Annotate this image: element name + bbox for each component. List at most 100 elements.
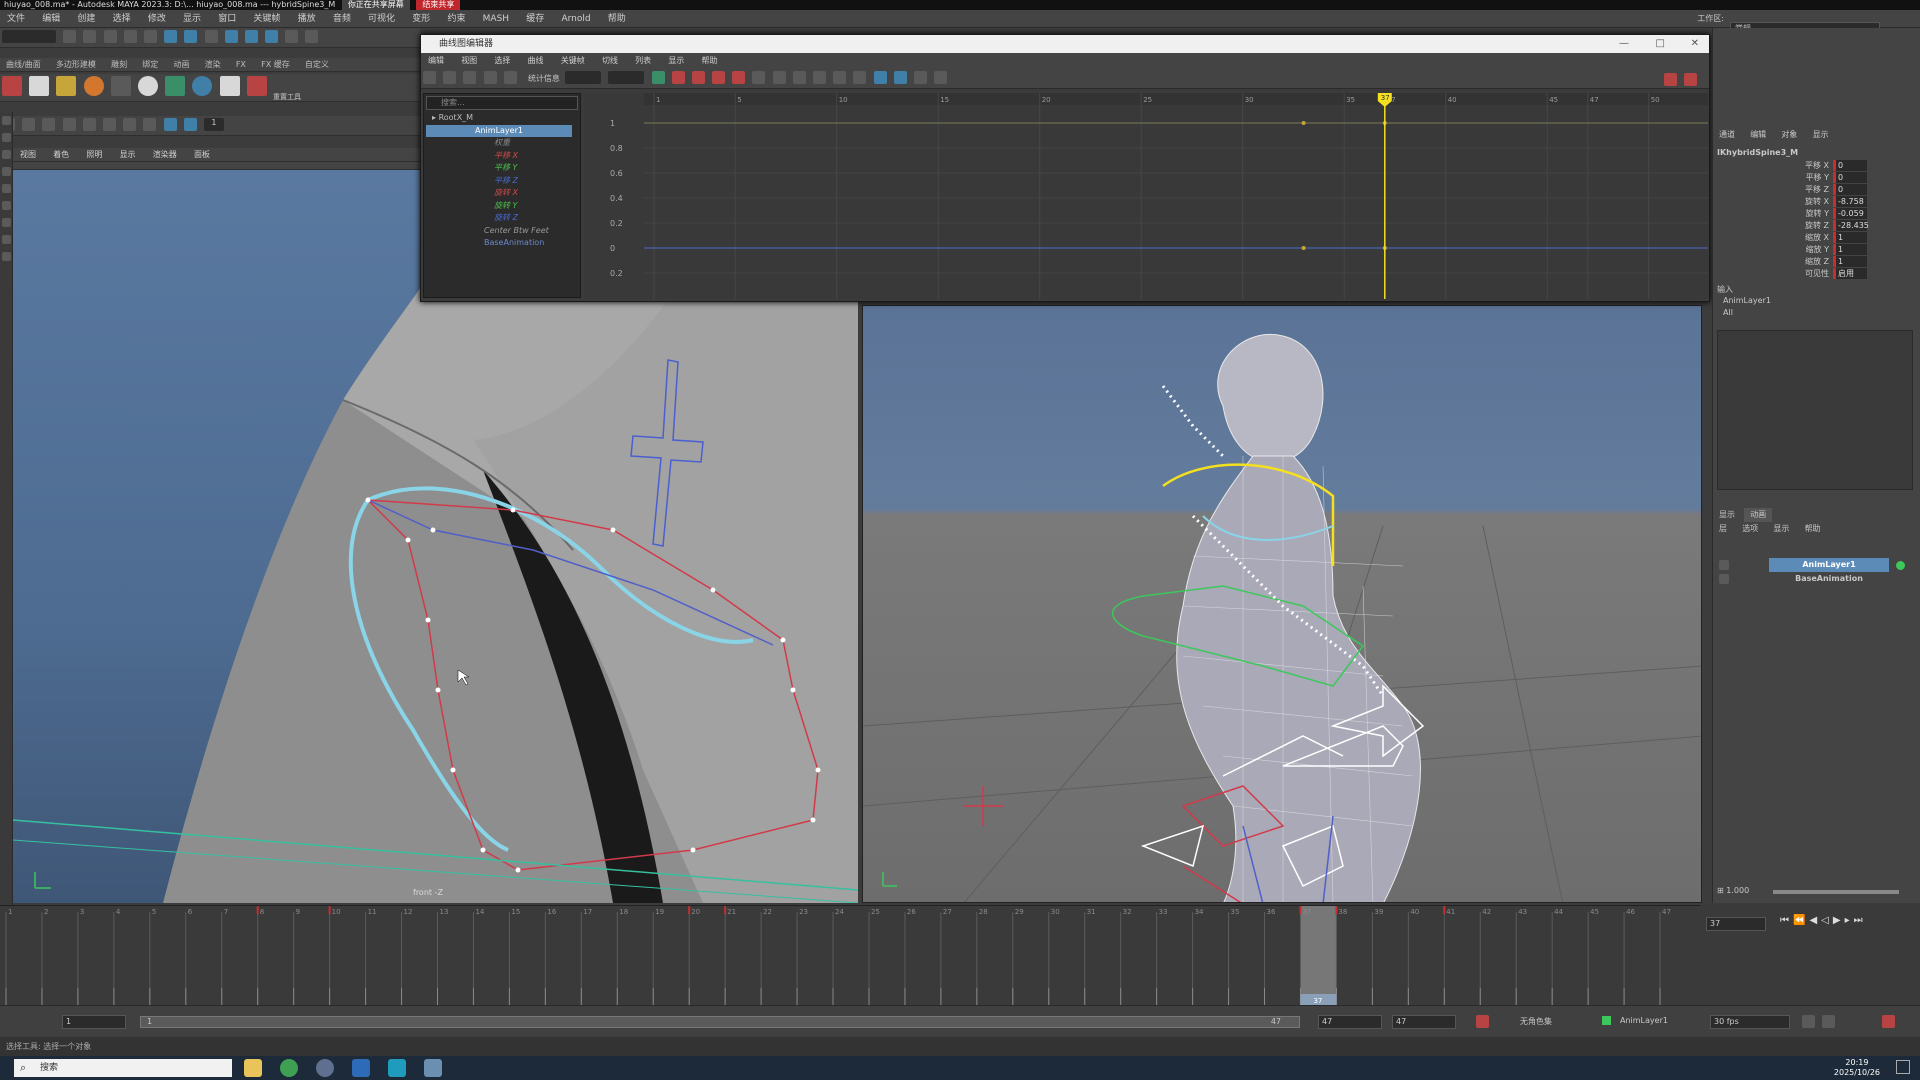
cb-value[interactable]: 0 <box>1833 172 1867 183</box>
go-start-icon[interactable]: ⏮ <box>1780 915 1793 926</box>
tangent-clamped-icon[interactable] <box>712 71 726 84</box>
menu-create[interactable]: 创建 <box>70 10 102 28</box>
menu-select[interactable]: 选择 <box>106 10 138 28</box>
menu-cache[interactable]: 缓存 <box>519 10 551 28</box>
step-forward-icon[interactable]: ▸ <box>1845 915 1854 926</box>
start-time-field[interactable]: 1 <box>62 1015 126 1029</box>
rect-icon[interactable] <box>143 118 157 131</box>
vp-menu-renderer[interactable]: 渲染器 <box>146 148 184 162</box>
vp-menu-view[interactable]: 视图 <box>13 148 43 162</box>
ge-menu-help[interactable]: 帮助 <box>695 53 725 69</box>
ellipse-icon[interactable] <box>123 118 137 131</box>
anim-layer-row[interactable]: AnimLayer1 <box>1717 558 1913 572</box>
cb-inputs-layer[interactable]: AnimLayer1 <box>1723 296 1771 305</box>
vscode-icon[interactable] <box>352 1059 370 1077</box>
le-tab-anim[interactable]: 动画 <box>1744 508 1773 522</box>
cb-row[interactable]: 缩放 Z 1 <box>1773 256 1869 268</box>
cb-value[interactable]: 1 <box>1833 244 1867 255</box>
tangent-spline-icon[interactable] <box>671 71 685 84</box>
ge-menu-view[interactable]: 视图 <box>454 53 484 69</box>
retime-icon[interactable] <box>503 71 517 84</box>
shelf-tab-curves[interactable]: 曲线/曲面 <box>0 58 47 72</box>
skull-icon[interactable] <box>137 76 158 96</box>
menu-key[interactable]: 关键帧 <box>246 10 287 28</box>
outliner-channel-ty[interactable]: 平移 Y <box>424 162 580 175</box>
anim-layer-row[interactable]: BaseAnimation <box>1717 572 1913 586</box>
go-end-icon[interactable]: ⏭ <box>1854 915 1867 926</box>
select-object-icon[interactable] <box>184 30 198 43</box>
auto-key-icon[interactable] <box>1476 1015 1489 1028</box>
viewport-perspective[interactable] <box>862 305 1702 903</box>
maximize-icon[interactable]: □ <box>1656 35 1665 53</box>
shelf-tab-animation[interactable]: 动画 <box>167 58 195 72</box>
maya-icon[interactable] <box>388 1059 406 1077</box>
pre-infinity-icon[interactable] <box>913 71 927 84</box>
menu-arnold[interactable]: Arnold <box>554 10 597 28</box>
auto-frame-icon[interactable] <box>893 71 907 84</box>
cb-row[interactable]: 平移 Z 0 <box>1773 184 1869 196</box>
cb-value[interactable]: -8.758 <box>1833 196 1867 207</box>
sound-icon[interactable] <box>1822 1015 1835 1028</box>
close-icon[interactable]: ✕ <box>1691 35 1699 53</box>
anim-layer-name[interactable]: AnimLayer1 <box>1769 558 1889 572</box>
vp-menu-shading[interactable]: 着色 <box>46 148 76 162</box>
cb-value[interactable]: -28.435 <box>1833 220 1869 231</box>
select-tool-icon[interactable] <box>2 116 11 125</box>
cb-value[interactable]: -0.059 <box>1833 208 1867 219</box>
reset-tool-icon[interactable] <box>246 76 267 96</box>
menu-playback[interactable]: 播放 <box>291 10 323 28</box>
tangent-flat-icon[interactable] <box>752 71 766 84</box>
shelf-tab-rendering[interactable]: 渲染 <box>199 58 227 72</box>
target-icon[interactable] <box>192 76 213 96</box>
outliner-root-item[interactable]: ▸ RootX_M <box>424 112 580 125</box>
ge-menu-show[interactable]: 显示 <box>661 53 691 69</box>
cb-inputs-all[interactable]: All <box>1723 308 1733 317</box>
taskbar-search-input[interactable]: 搜索 <box>14 1059 232 1077</box>
color-swatch-icon[interactable] <box>163 118 177 131</box>
menu-visualize[interactable]: 可视化 <box>361 10 402 28</box>
snap-view-icon[interactable] <box>285 30 299 43</box>
anim-layer-selector[interactable]: AnimLayer1 <box>1620 1016 1668 1025</box>
reference-icon[interactable] <box>56 76 77 96</box>
rotate-tool-icon[interactable] <box>2 184 11 193</box>
ge-menu-edit[interactable]: 编辑 <box>421 53 451 69</box>
cb-value[interactable]: 1 <box>1833 256 1867 267</box>
orange-tool-icon[interactable] <box>83 76 104 96</box>
ge-settings-icon[interactable] <box>1684 73 1697 86</box>
menu-mash[interactable]: MASH <box>476 10 516 28</box>
chrome-icon[interactable] <box>280 1059 298 1077</box>
outliner-search-input[interactable]: 搜索... <box>426 96 578 110</box>
menu-audio[interactable]: 音频 <box>326 10 358 28</box>
cb-row[interactable]: 平移 X 0 <box>1773 160 1869 172</box>
le-menu-show[interactable]: 显示 <box>1767 522 1795 536</box>
outliner-channel-ry[interactable]: 旋转 Y <box>424 200 580 213</box>
layer-visibility-icon[interactable] <box>1719 560 1729 570</box>
new-scene-icon[interactable] <box>63 30 77 43</box>
redo-icon[interactable] <box>143 30 157 43</box>
outliner-base-animation[interactable]: BaseAnimation <box>424 237 580 250</box>
tangent-linear-icon[interactable] <box>691 71 705 84</box>
menu-file[interactable]: 文件 <box>0 10 32 28</box>
cb-value[interactable]: 1 <box>1833 232 1867 243</box>
lattice-icon[interactable] <box>463 71 477 84</box>
loop-icon[interactable] <box>1802 1015 1815 1028</box>
outliner-channel-rz[interactable]: 旋转 Z <box>424 212 580 225</box>
lasso-tool-icon[interactable] <box>2 133 11 142</box>
select-hierarchy-icon[interactable] <box>164 30 178 43</box>
le-menu-layers[interactable]: 层 <box>1713 522 1733 536</box>
cb-row[interactable]: 缩放 X 1 <box>1773 232 1869 244</box>
cb-row[interactable]: 旋转 Z -28.435 <box>1773 220 1869 232</box>
cb-row[interactable]: 可见性 启用 <box>1773 268 1869 280</box>
cb-tab-show[interactable]: 显示 <box>1807 128 1835 142</box>
outliner-channel-center[interactable]: Center Btw Feet <box>424 225 580 238</box>
outliner-channel-weight[interactable]: 权重 <box>424 137 580 150</box>
le-tab-display[interactable]: 显示 <box>1713 508 1741 522</box>
play-forward-icon[interactable]: ▶ <box>1833 915 1845 926</box>
step-back-key-icon[interactable]: ⏪ <box>1793 915 1809 926</box>
post-infinity-icon[interactable] <box>934 71 948 84</box>
vp-menu-show[interactable]: 显示 <box>113 148 143 162</box>
render-icon[interactable] <box>305 30 319 43</box>
time-slider[interactable]: 1 2 3 4 5 6 7 8 9 10 11 12 13 14 15 16 17 18 19 20 21 22 23 24 2… <box>0 905 1700 1006</box>
shelf-tab-custom[interactable]: 自定义 <box>299 58 335 72</box>
ge-snap-icon[interactable] <box>1664 73 1677 86</box>
